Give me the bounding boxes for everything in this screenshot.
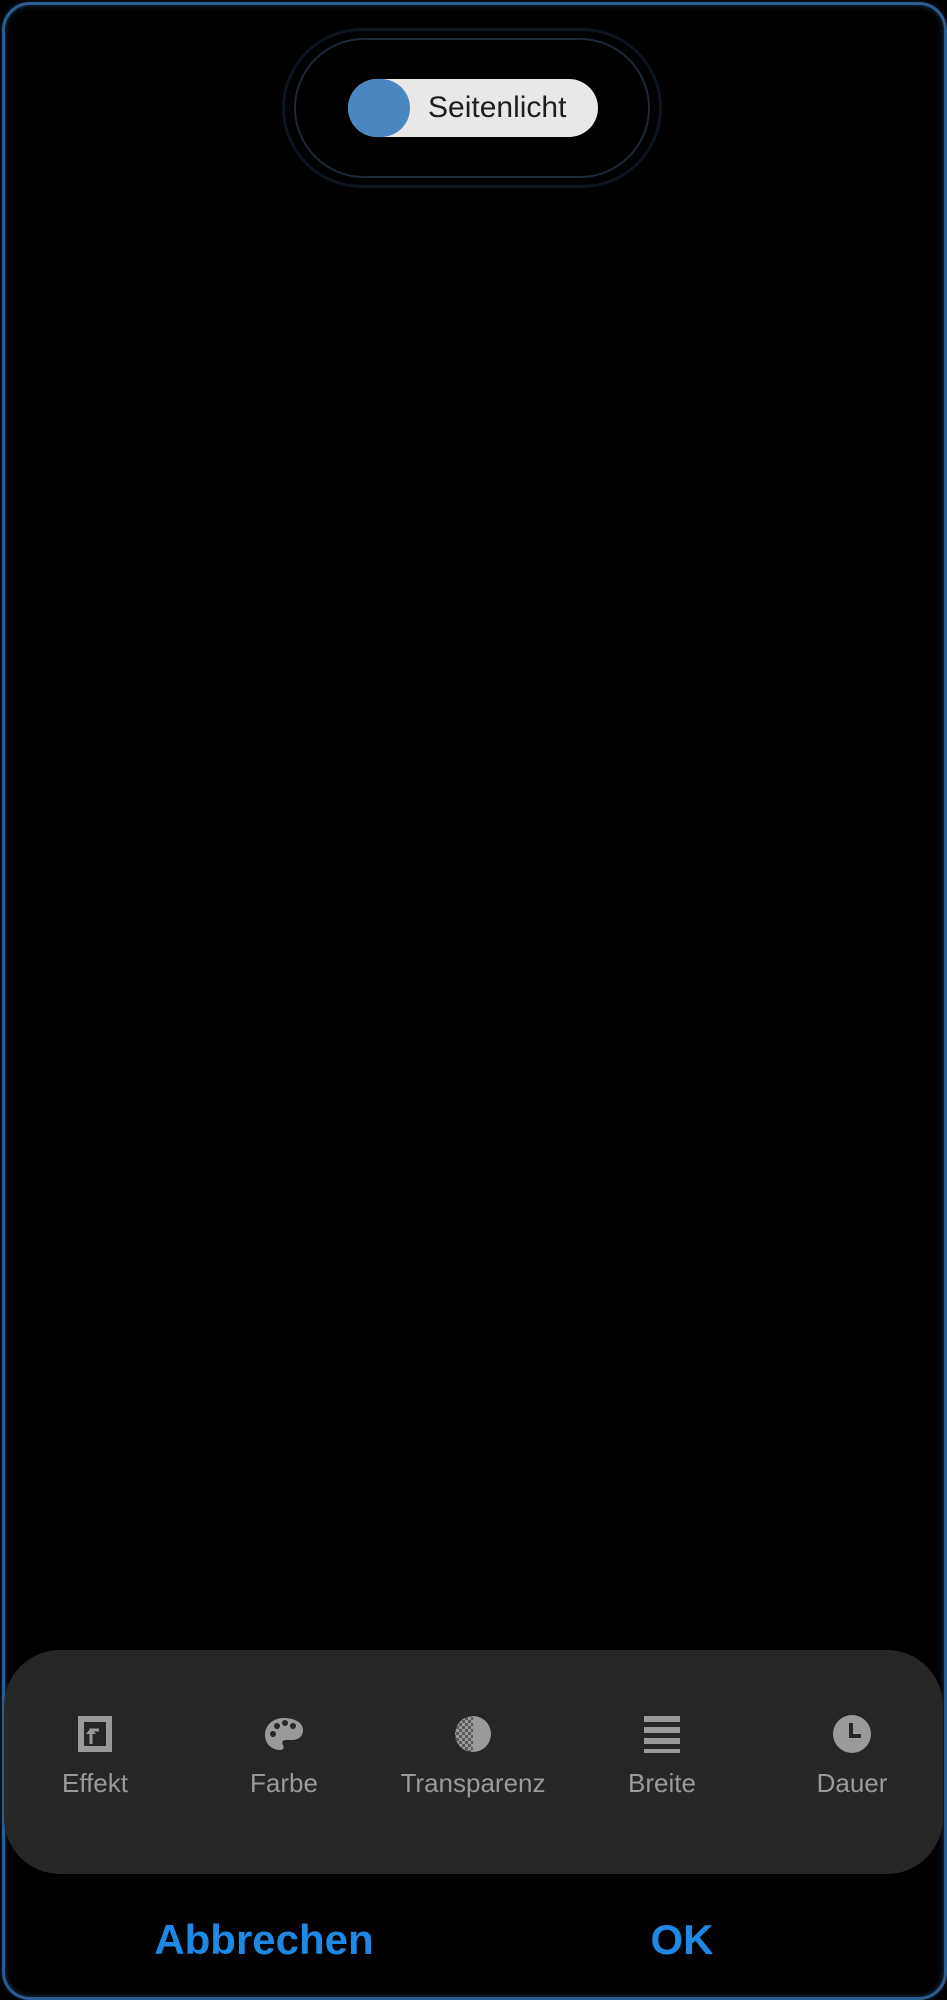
toggle-knob[interactable] — [348, 79, 410, 137]
toolbar-item-label: Transparenz — [400, 1768, 546, 1798]
ok-button[interactable]: OK — [602, 1912, 762, 1968]
toolbar-item-color[interactable]: Farbe — [199, 1700, 369, 1820]
edge-lighting-screen: Seitenlicht Effekt Farbe Transparenz Bre… — [0, 0, 947, 2000]
toolbar-item-transparency[interactable]: Transparenz — [388, 1700, 558, 1820]
toolbar-item-label: Effekt — [61, 1768, 128, 1798]
effect-icon — [78, 1716, 112, 1752]
toolbar-item-label: Farbe — [250, 1768, 318, 1798]
clock-icon — [833, 1715, 871, 1753]
width-icon — [644, 1716, 680, 1753]
transparency-icon — [455, 1716, 491, 1752]
toolbar-item-label: Breite — [628, 1768, 696, 1798]
sidelight-toggle-label: Seitenlicht — [428, 91, 567, 124]
toolbar-item-width[interactable]: Breite — [577, 1700, 747, 1820]
cancel-button[interactable]: Abbrechen — [134, 1912, 394, 1968]
palette-icon — [265, 1718, 303, 1750]
toolbar-item-label: Dauer — [816, 1768, 888, 1798]
toolbar-item-effect[interactable]: Effekt — [10, 1700, 180, 1820]
toolbar-item-duration[interactable]: Dauer — [767, 1700, 937, 1820]
sidelight-toggle[interactable]: Seitenlicht — [348, 79, 598, 137]
